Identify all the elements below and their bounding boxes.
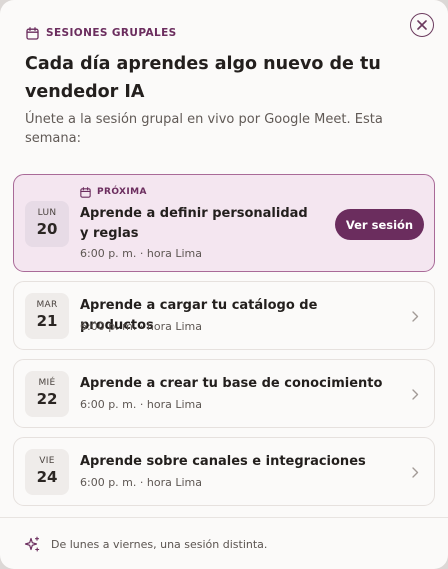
next-badge: PRÓXIMA (80, 185, 147, 199)
session-time: 6:00 p. m. · hora Lima (80, 398, 202, 411)
session-day-of-week: MAR (36, 300, 58, 310)
session-date: VIE 24 (25, 449, 69, 495)
session-title: Aprende a definir personalidad y reglas (80, 206, 308, 241)
session-day: 24 (36, 468, 58, 486)
section-eyebrow: SESIONES GRUPALES (26, 26, 177, 40)
chevron-right-icon (410, 387, 420, 401)
page-subtitle: Únete a la sesión grupal en vivo por Goo… (25, 112, 383, 146)
session-date: MAR 21 (25, 293, 69, 339)
calendar-icon (26, 26, 39, 40)
footer-text: De lunes a viernes, una sesión distinta. (51, 537, 268, 551)
session-card-featured[interactable]: LUN 20 PRÓXIMA Aprende a definir persona… (13, 174, 435, 272)
session-time: 6:00 p. m. · hora Lima (80, 247, 202, 260)
sessions-modal: SESIONES GRUPALES Cada día aprendes algo… (0, 0, 448, 569)
session-title: Aprende sobre canales e integraciones (80, 454, 366, 469)
page-title: Cada día aprendes algo nuevo de tu vende… (25, 54, 381, 102)
eyebrow-label: SESIONES GRUPALES (46, 27, 177, 39)
session-card[interactable]: VIE 24 Aprende sobre canales e integraci… (13, 437, 435, 506)
next-badge-label: PRÓXIMA (97, 187, 147, 197)
session-card[interactable]: MAR 21 Aprende a cargar tu catálogo de p… (13, 281, 435, 350)
session-day: 21 (36, 312, 58, 330)
chevron-right-icon (410, 309, 420, 323)
session-date: MIÉ 22 (25, 371, 69, 417)
session-time: 6:00 p. m. · hora Lima (80, 320, 202, 333)
chevron-right-icon (410, 465, 420, 479)
session-title: Aprende a crear tu base de conocimiento (80, 376, 383, 391)
session-card[interactable]: MIÉ 22 Aprende a crear tu base de conoci… (13, 359, 435, 428)
close-icon (417, 20, 427, 30)
session-day-of-week: VIE (39, 456, 55, 466)
footer-divider (0, 517, 448, 518)
view-session-button[interactable]: Ver sesión (335, 209, 424, 240)
calendar-icon (80, 186, 91, 198)
session-day: 20 (36, 220, 58, 238)
session-date: LUN 20 (25, 201, 69, 247)
session-day-of-week: LUN (37, 208, 57, 218)
sparkle-icon (24, 536, 40, 552)
session-day: 22 (36, 390, 58, 408)
session-time: 6:00 p. m. · hora Lima (80, 476, 202, 489)
footer: De lunes a viernes, una sesión distinta. (24, 535, 267, 553)
close-button[interactable] (410, 13, 434, 37)
session-day-of-week: MIÉ (38, 378, 56, 388)
